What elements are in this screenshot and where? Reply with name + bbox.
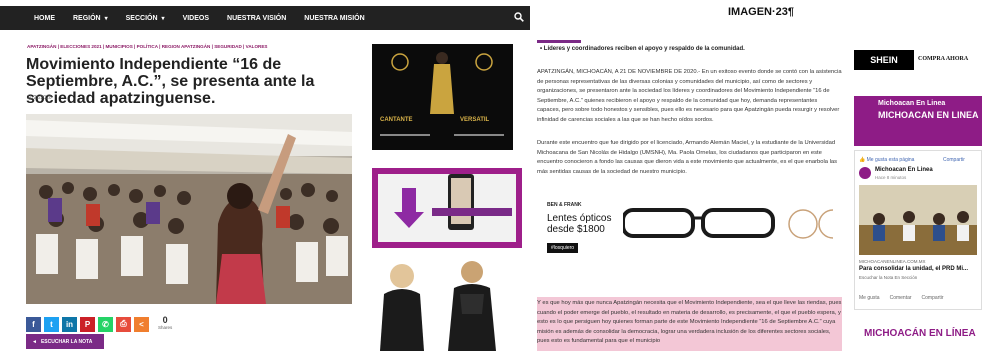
share-count-label: Shares <box>158 325 173 330</box>
facebook-share-icon[interactable]: f <box>26 316 41 332</box>
nav-videos[interactable]: VIDEOS <box>183 15 209 22</box>
avatar <box>859 167 871 179</box>
facebook-widget: 👍 Me gusta esta página Compartir Michoac… <box>854 150 982 310</box>
nav-region-label: REGIÓN <box>73 14 101 22</box>
fb-like-page[interactable]: 👍 Me gusta esta página <box>859 157 914 163</box>
share-count-number: 0 <box>162 315 168 325</box>
michoacan-banner[interactable]: Michoacan En Linea MICHOACAN EN LINEA <box>854 96 982 146</box>
paragraph-2: Durante este encuentro que fue dirigido … <box>537 140 838 175</box>
nav-home[interactable]: HOME <box>34 15 55 22</box>
nav-region[interactable]: REGIÓN ▾ <box>73 15 108 22</box>
nav-vision[interactable]: NUESTRA VISIÓN <box>227 15 286 22</box>
fb-page-name[interactable]: Michoacan En Linea <box>875 167 933 173</box>
shein-ad[interactable]: SHEIN COMPRA AHORA <box>854 46 982 76</box>
article-title: Movimiento Independiente “16 de Septiemb… <box>26 56 315 107</box>
michoacan-bottom-text: MICHOACÁN EN LÍNEA <box>864 328 976 339</box>
nav-mision[interactable]: NUESTRA MISIÓN <box>304 15 364 22</box>
fb-actions: Me gusta Comentar Compartir <box>859 295 943 301</box>
michoacan-banner-sub: MICHOACAN EN LINEA <box>878 110 979 120</box>
fb-like-page-label: Me gusta esta página <box>866 157 915 163</box>
fb-link-headline[interactable]: Para consolidar la unidad, el PRD Mi... <box>859 266 968 272</box>
fb-like-action[interactable]: Me gusta <box>859 295 880 301</box>
fb-link-domain: MICHOACANENLINEA.COM.MX <box>859 259 926 264</box>
nav-seccion[interactable]: SECCIÓN ▾ <box>126 15 165 22</box>
article-screenshot-right: IMAGEN·23¶ • Líderes y coordinadores rec… <box>532 0 982 351</box>
linkedin-share-icon[interactable]: in <box>62 316 77 332</box>
glasses-icon <box>623 208 833 239</box>
eyewear-brand: BEN & FRANK <box>547 202 582 208</box>
michoacan-ad[interactable] <box>372 168 522 248</box>
fashion-ad[interactable] <box>372 254 524 351</box>
listen-label: ESCUCHAR LA NOTA <box>40 338 93 345</box>
shein-logo: SHEIN <box>854 50 914 70</box>
fb-share-action[interactable]: Compartir <box>922 295 944 301</box>
highlight-bullet-text: Líderes y coordinadores reciben el apoyo… <box>543 46 745 52</box>
print-share-icon[interactable]: ⎙ <box>116 316 131 332</box>
fb-link-desc: Escuchar la Nota En Sección <box>859 275 918 280</box>
article-screenshot-left: HOME REGIÓN ▾ SECCIÓN ▾ VIDEOS NUESTRA VIS… <box>0 0 530 351</box>
michoacan-bottom-banner[interactable]: MICHOACÁN EN LÍNEA <box>854 320 982 351</box>
article-photo <box>26 114 352 304</box>
eyewear-headline-2: desde $1800 <box>547 224 605 235</box>
eyewear-ad[interactable]: BEN & FRANK Lentes ópticos desde $1800 #… <box>537 186 837 266</box>
article-date: 11/21/2020 <box>27 95 52 101</box>
fb-share-page[interactable]: Compartir <box>943 157 965 163</box>
shein-cta: COMPRA AHORA <box>918 56 969 62</box>
pinterest-share-icon[interactable]: P <box>80 316 95 332</box>
paragraph-3: Y es que hoy más que nunca Apatzingán ne… <box>537 300 842 345</box>
whatsapp-share-icon[interactable]: ✆ <box>98 316 113 332</box>
highlighted-paragraph: Y es que hoy más que nunca Apatzingán ne… <box>537 297 842 351</box>
play-icon: ◄ <box>32 338 37 345</box>
share-more-icon[interactable]: < <box>134 316 149 332</box>
singer-ad-right-text: VERSATIL <box>460 117 490 123</box>
image-caption-title: IMAGEN·23¶ <box>728 6 795 18</box>
eyewear-headline-1: Lentes ópticos <box>547 213 612 224</box>
share-bar: f t in P ✆ ⎙ < 0 Shares <box>26 316 172 332</box>
singer-ad-left-text: CANTANTE <box>380 117 413 123</box>
highlight-bullet: • Líderes y coordinadores reciben el apo… <box>540 46 745 52</box>
nav-seccion-label: SECCIÓN <box>125 14 158 22</box>
search-icon[interactable] <box>514 12 524 22</box>
eyewear-hashtag: #losquiero <box>547 243 579 253</box>
listen-button[interactable]: ◄ ESCUCHAR LA NOTA <box>26 334 104 349</box>
twitter-share-icon[interactable]: t <box>44 316 59 332</box>
fb-comment-action[interactable]: Comentar <box>890 295 912 301</box>
fb-post-time: Hace 8 minutos <box>875 175 907 180</box>
chevron-down-icon: ▾ <box>104 15 108 22</box>
top-nav: HOME REGIÓN ▾ SECCIÓN ▾ VIDEOS NUESTRA VIS… <box>0 6 530 30</box>
chevron-down-icon: ▾ <box>161 15 165 22</box>
singer-ad[interactable]: CANTANTE VERSATIL <box>372 44 513 150</box>
michoacan-banner-title: Michoacan En Linea <box>878 100 946 107</box>
fb-post-image[interactable] <box>859 185 977 255</box>
paragraph-1: APATZINGÁN, MICHOACÁN, A 21 DE NOVIEMBRE… <box>537 69 842 123</box>
share-counter: 0 Shares <box>158 316 172 332</box>
divider-bar <box>537 40 581 43</box>
category-breadcrumb[interactable]: APATZINGÁN | ELECCIONES 2021 | MUNICIPIO… <box>27 44 267 49</box>
